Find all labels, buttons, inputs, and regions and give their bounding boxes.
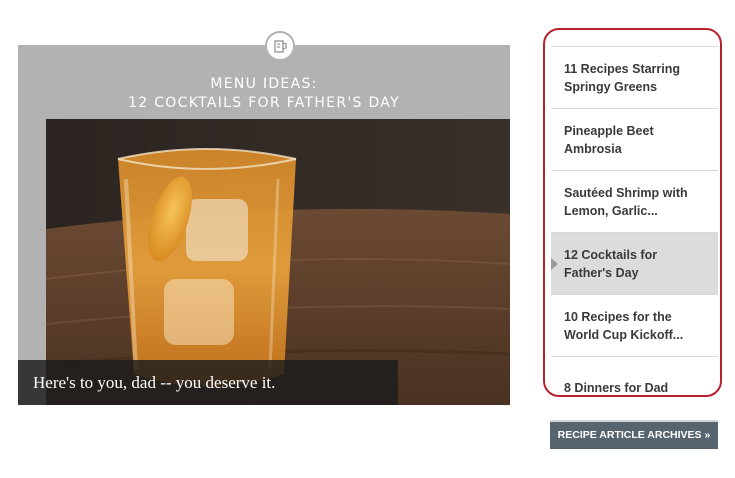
list-item[interactable]: 8 Dinners for Dad — [551, 357, 718, 395]
list-item-label: 12 Cocktails for Father's Day — [564, 247, 658, 280]
feature-title-line1: MENU IDEAS: — [210, 76, 318, 92]
recipe-archives-button[interactable]: RECIPE ARTICLE ARCHIVES » — [550, 420, 718, 449]
list-item-label: Sautéed Shrimp with Lemon, Garlic... — [564, 185, 688, 218]
feature-caption: Here's to you, dad -- you deserve it. — [18, 360, 398, 405]
list-item-active[interactable]: 12 Cocktails for Father's Day — [551, 233, 718, 295]
list-item[interactable]: 10 Recipes for the World Cup Kickoff... — [551, 295, 718, 357]
featured-article[interactable]: MENU IDEAS: 12 COCKTAILS FOR FATHER'S DA… — [18, 45, 510, 405]
feature-title[interactable]: MENU IDEAS: 12 COCKTAILS FOR FATHER'S DA… — [18, 75, 510, 113]
measuring-cup-icon — [274, 40, 287, 53]
badge — [265, 31, 295, 61]
list-item[interactable]: 11 Recipes Starring Springy Greens — [551, 47, 718, 109]
list-item[interactable]: Sautéed Shrimp with Lemon, Garlic... — [551, 171, 718, 233]
list-item-label: 11 Recipes Starring Springy Greens — [564, 61, 681, 94]
list-item-label: 10 Recipes for the World Cup Kickoff... — [564, 309, 684, 342]
list-item-label: 8 Dinners for Dad — [564, 380, 669, 395]
list-item[interactable]: Pineapple Beet Ambrosia — [551, 109, 718, 171]
feature-title-line2: 12 COCKTAILS FOR FATHER'S DAY — [128, 95, 400, 111]
recipe-sidebar: 11 Recipes Starring Springy Greens Pinea… — [543, 28, 722, 397]
list-item-label: Pineapple Beet Ambrosia — [564, 123, 654, 156]
recipe-list: 11 Recipes Starring Springy Greens Pinea… — [551, 46, 718, 395]
